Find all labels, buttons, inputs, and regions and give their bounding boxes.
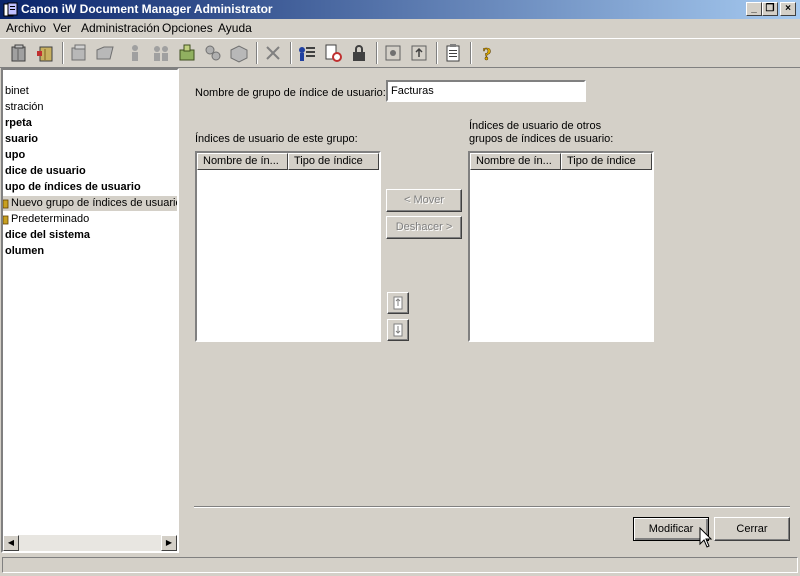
this-group-label: Índices de usuario de este grupo:	[195, 133, 358, 145]
toolbar-separator	[256, 42, 258, 64]
tree-item[interactable]: binet	[3, 84, 29, 99]
title-bar: Canon iW Document Manager Administrator …	[0, 0, 800, 19]
other-groups-label-line2: grupos de índices de usuario:	[469, 133, 614, 145]
tree-item[interactable]: olumen	[3, 244, 44, 259]
document-permission-icon[interactable]	[322, 42, 344, 64]
user-index-icon[interactable]	[176, 42, 198, 64]
close-window-button[interactable]: ×	[780, 2, 796, 16]
tree-item[interactable]: rpeta	[3, 116, 32, 131]
delete-icon[interactable]	[262, 42, 284, 64]
user-icon[interactable]	[124, 42, 146, 64]
tree-item-label: dice de usuario	[5, 165, 86, 177]
tree-item-label: upo	[5, 149, 26, 161]
scroll-left-button[interactable]: ◀	[3, 535, 19, 551]
modify-button[interactable]: Modificar	[633, 517, 709, 541]
column-header-type[interactable]: Tipo de índice	[561, 153, 652, 170]
tree-item-label: binet	[5, 85, 29, 97]
move-up-icon[interactable]	[387, 292, 409, 314]
menu-bar: Archivo Ver Administración Opciones Ayud…	[0, 19, 800, 38]
move-button[interactable]: < Mover	[386, 189, 462, 212]
menu-opciones[interactable]: Opciones	[162, 21, 213, 35]
toolbar-separator	[376, 42, 378, 64]
tree-item[interactable]: Predeterminado	[3, 212, 89, 227]
this-group-list[interactable]: Nombre de ín... Tipo de índice	[195, 151, 381, 342]
import-icon[interactable]	[382, 42, 404, 64]
column-header-name[interactable]: Nombre de ín...	[197, 153, 288, 170]
tree-item[interactable]: Nuevo grupo de índices de usuario	[3, 196, 179, 211]
other-groups-label-line1: Índices de usuario de otros	[469, 120, 602, 132]
tree-view[interactable]: binet stración rpeta suario upo dice de usuar…	[1, 68, 179, 553]
divider	[194, 506, 790, 508]
toolbar-separator	[290, 42, 292, 64]
group-icon[interactable]	[150, 42, 172, 64]
menu-administracion[interactable]: Administración	[81, 21, 160, 35]
column-header-type[interactable]: Tipo de índice	[288, 153, 379, 170]
tree-item[interactable]: dice de usuario	[3, 164, 86, 179]
tree-item-label: dice del sistema	[5, 229, 90, 241]
folder-icon[interactable]	[68, 42, 90, 64]
tree-item-label: olumen	[5, 245, 45, 257]
tree-item-label: Nuevo grupo de índices de usuario	[11, 197, 179, 209]
tree-item-label: stración	[5, 101, 44, 113]
tree-item-label: upo de índices de usuario	[5, 181, 141, 193]
column-header-name[interactable]: Nombre de ín...	[470, 153, 561, 170]
tree-item-label: Predeterminado	[11, 213, 90, 225]
minimize-button[interactable]: _	[746, 2, 762, 16]
index-group-icon[interactable]	[202, 42, 224, 64]
horizontal-scrollbar[interactable]: ◀ ▶	[3, 535, 177, 551]
tree-item-label: rpeta	[5, 117, 32, 129]
app-icon	[3, 2, 18, 17]
open-folder-icon[interactable]	[94, 42, 116, 64]
toolbar-separator	[470, 42, 472, 64]
tree-item[interactable]: stración	[3, 100, 44, 115]
delete-cabinet-icon[interactable]	[34, 42, 56, 64]
index-group-icon	[3, 215, 9, 225]
toolbar: ?	[0, 38, 800, 68]
properties-icon[interactable]	[442, 42, 464, 64]
user-list-icon[interactable]	[296, 42, 318, 64]
group-name-label: Nombre de grupo de índice de usuario:	[195, 87, 386, 99]
tree-item-label: suario	[5, 133, 39, 145]
move-down-icon[interactable]	[387, 319, 409, 341]
window-title: Canon iW Document Manager Administrator	[21, 2, 273, 16]
close-button[interactable]: Cerrar	[714, 517, 790, 541]
toolbar-separator	[436, 42, 438, 64]
pane-splitter[interactable]	[179, 68, 183, 553]
index-group-icon	[3, 199, 9, 209]
toolbar-separator	[62, 42, 64, 64]
export-icon[interactable]	[408, 42, 430, 64]
lock-icon[interactable]	[348, 42, 370, 64]
menu-archivo[interactable]: Archivo	[6, 21, 46, 35]
menu-ayuda[interactable]: Ayuda	[218, 21, 252, 35]
menu-ver[interactable]: Ver	[53, 21, 71, 35]
other-groups-list[interactable]: Nombre de ín... Tipo de índice	[468, 151, 654, 342]
status-panel	[2, 557, 798, 573]
system-index-icon[interactable]	[228, 42, 250, 64]
tree-item[interactable]: suario	[3, 132, 38, 147]
svg-text:?: ?	[483, 44, 492, 64]
tree-item[interactable]: upo	[3, 148, 25, 163]
mouse-cursor-icon	[699, 527, 713, 548]
restore-button[interactable]: ❐	[762, 2, 778, 16]
help-icon[interactable]: ?	[476, 42, 498, 64]
cabinet-icon[interactable]	[8, 42, 30, 64]
status-bar	[0, 555, 800, 576]
undo-button[interactable]: Deshacer >	[386, 216, 462, 239]
tree-item[interactable]: upo de índices de usuario	[3, 180, 141, 195]
tree-item[interactable]: dice del sistema	[3, 228, 90, 243]
scroll-right-button[interactable]: ▶	[161, 535, 177, 551]
group-name-input[interactable]	[386, 80, 586, 102]
